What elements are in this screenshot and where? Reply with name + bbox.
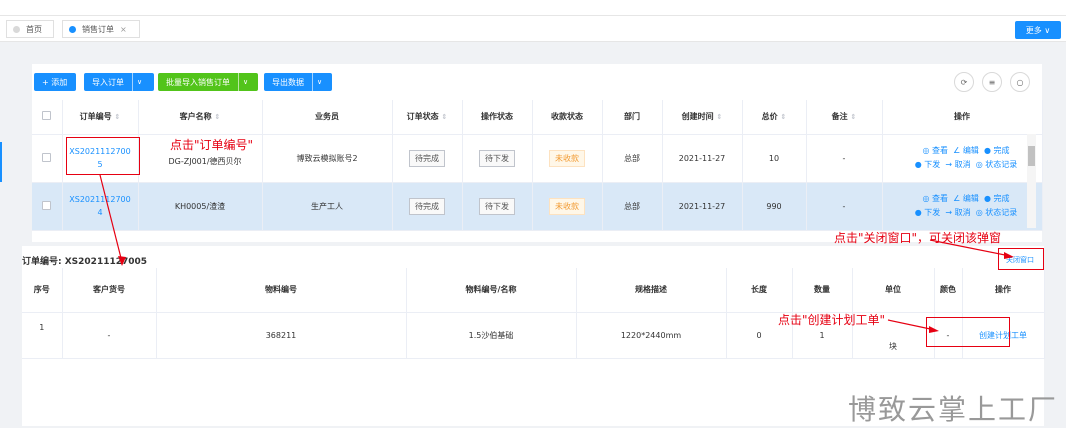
annotation-close-window: 点击"关闭窗口"，可关闭该弹窗: [834, 231, 1002, 245]
arrow-head: [1004, 252, 1014, 259]
arrow-head: [118, 256, 126, 266]
annotation-click-order-no: 点击"订单编号": [170, 138, 254, 152]
arrow-line: [99, 174, 123, 263]
watermark-text: 博致云掌上工厂: [848, 393, 1059, 426]
arrow-line: [887, 319, 936, 331]
annotation-create-plan: 点击"创建计划工单": [778, 313, 886, 327]
annotation-arrows: [99, 174, 1014, 333]
arrow-head: [929, 326, 939, 333]
